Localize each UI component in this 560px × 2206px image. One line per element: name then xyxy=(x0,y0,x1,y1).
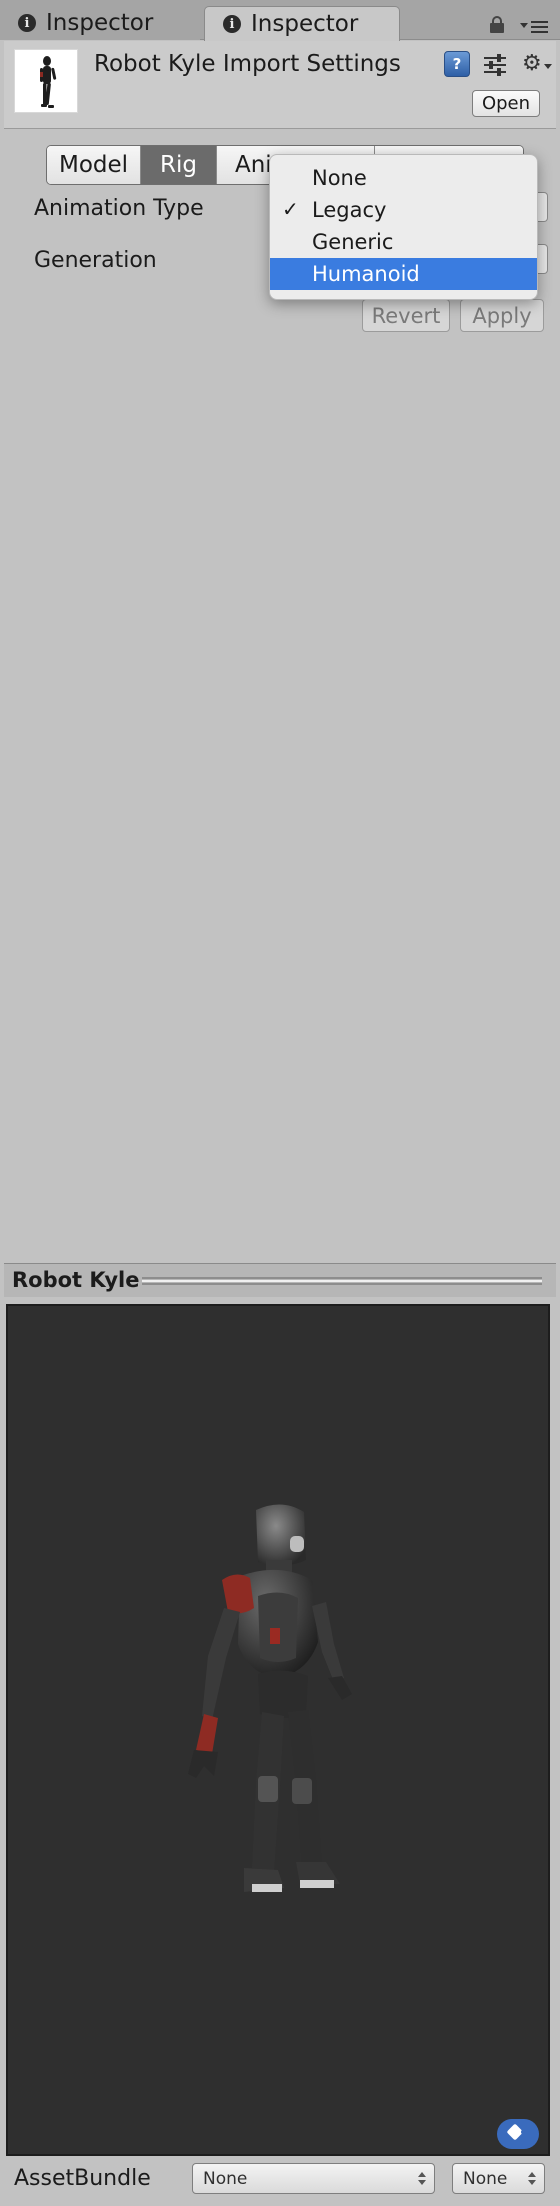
help-icon[interactable]: ? xyxy=(444,51,470,77)
generation-label: Generation xyxy=(34,248,157,273)
info-icon: i xyxy=(18,14,36,32)
tab-model[interactable]: Model xyxy=(47,146,141,184)
tab-inspector-1[interactable]: i Inspector xyxy=(0,6,200,40)
presets-icon[interactable] xyxy=(484,54,506,76)
inspector-tab-bar: i Inspector i Inspector xyxy=(0,0,560,41)
header-icons: ? ⚙ xyxy=(444,51,554,77)
tab-inspector-2[interactable]: i Inspector xyxy=(204,6,400,41)
inspector-header: Robot Kyle Import Settings ? ⚙ Open xyxy=(4,41,556,129)
model-preview-viewport[interactable] xyxy=(6,1304,550,2156)
menu-item-none[interactable]: None xyxy=(270,162,537,194)
animation-type-menu: None ✓ Legacy Generic Humanoid xyxy=(269,154,538,300)
revert-button[interactable]: Revert xyxy=(362,299,450,332)
tab-label: Inspector xyxy=(251,11,359,37)
updown-arrows-icon xyxy=(418,2172,426,2186)
checkmark-icon: ✓ xyxy=(282,197,299,221)
preview-header[interactable]: Robot Kyle xyxy=(4,1263,556,1297)
tab-rig[interactable]: Rig xyxy=(141,146,217,184)
tab-menu-icon[interactable] xyxy=(520,18,550,34)
updown-arrows-icon xyxy=(528,2172,536,2186)
open-button[interactable]: Open xyxy=(472,90,540,117)
menu-item-humanoid[interactable]: Humanoid xyxy=(270,258,537,290)
resize-grip[interactable] xyxy=(142,1277,542,1285)
assetbundle-label: AssetBundle xyxy=(14,2166,151,2191)
info-icon: i xyxy=(223,15,241,33)
tab-label: Inspector xyxy=(46,10,154,36)
gear-icon[interactable]: ⚙ xyxy=(522,52,552,76)
asset-label-icon[interactable] xyxy=(497,2119,539,2149)
lock-icon[interactable] xyxy=(490,16,504,33)
menu-item-legacy[interactable]: ✓ Legacy xyxy=(270,194,537,226)
assetbundle-name-select[interactable]: None xyxy=(192,2163,435,2194)
assetbundle-variant-select[interactable]: None xyxy=(452,2163,545,2194)
preview-title: Robot Kyle xyxy=(12,1268,140,1292)
robot-model-image xyxy=(188,1504,352,1892)
apply-button[interactable]: Apply xyxy=(460,299,544,332)
page-title: Robot Kyle Import Settings xyxy=(94,51,401,77)
menu-item-generic[interactable]: Generic xyxy=(270,226,537,258)
model-thumbnail xyxy=(14,49,78,113)
animation-type-label: Animation Type xyxy=(34,196,204,221)
